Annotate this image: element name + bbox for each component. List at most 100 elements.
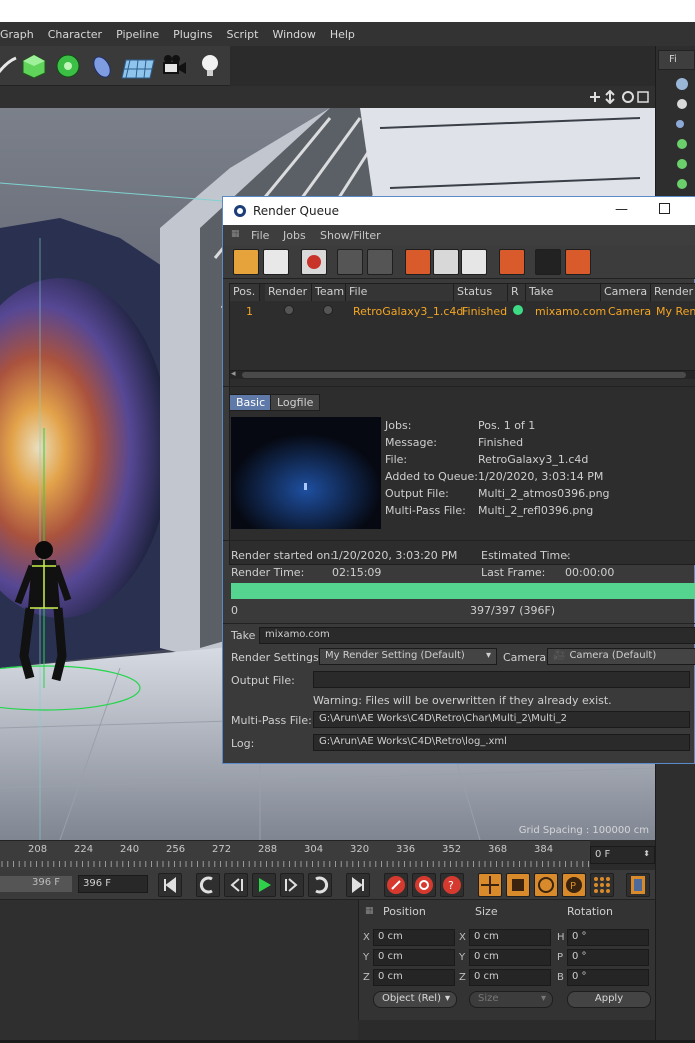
deformer-icon[interactable] <box>88 52 116 80</box>
tab-basic[interactable]: Basic <box>229 394 273 411</box>
go-to-start-button[interactable] <box>158 873 182 897</box>
position-x-field[interactable]: 0 cm <box>373 929 455 946</box>
axis-y-label: Y <box>363 952 370 963</box>
minimize-icon[interactable]: — <box>615 202 628 217</box>
render-queue-icon[interactable] <box>301 249 327 275</box>
current-frame-field[interactable]: 0 F ⬍ <box>590 846 655 864</box>
team-checkbox[interactable] <box>323 305 333 315</box>
tab-logfile[interactable]: Logfile <box>270 394 321 411</box>
render-queue-titlebar[interactable]: Render Queue — <box>223 197 695 225</box>
record-key-button[interactable] <box>384 873 408 897</box>
scheme-menu-button[interactable] <box>626 873 650 897</box>
record-scale-button[interactable] <box>506 873 530 897</box>
log-field[interactable]: G:\Arun\AE Works\C4D\Retro\log_.xml <box>313 734 690 751</box>
render-checkbox[interactable] <box>284 305 294 315</box>
cube-icon[interactable] <box>20 52 48 80</box>
start-render-icon[interactable] <box>337 249 363 275</box>
timeline-ruler[interactable]: 208 224 240 256 272 288 304 320 336 352 … <box>0 840 590 870</box>
end-frame-field[interactable]: 396 F <box>78 875 148 893</box>
output-file-field[interactable] <box>313 671 690 688</box>
col-render[interactable]: Render <box>265 284 312 301</box>
menu-file[interactable]: File <box>251 229 269 242</box>
horizontal-scrollbar[interactable]: ◂ <box>230 369 695 379</box>
preview-range-slider[interactable]: 396 F <box>0 876 72 892</box>
camera-dropdown[interactable]: 🎥 Camera (Default) <box>547 648 695 665</box>
record-parameter-button[interactable]: P <box>562 873 586 897</box>
picture-viewer-icon[interactable] <box>499 249 525 275</box>
menu-bar: Graph Character Pipeline Plugins Script … <box>0 22 695 46</box>
record-rotation-button[interactable] <box>534 873 558 897</box>
open-icon[interactable] <box>233 249 259 275</box>
grip-icon[interactable]: ▦ <box>365 906 374 916</box>
status-dot-icon <box>513 305 523 315</box>
delete-icon[interactable] <box>405 249 431 275</box>
autokey-button[interactable] <box>412 873 436 897</box>
menu-plugins[interactable]: Plugins <box>173 28 212 41</box>
size-mode-dropdown[interactable]: Size ▾ <box>469 991 553 1008</box>
rotation-b-field[interactable]: 0 ° <box>567 969 649 986</box>
col-camera[interactable]: Camera <box>601 284 651 301</box>
menu-graph[interactable]: Graph <box>0 28 34 41</box>
scroll-thumb[interactable] <box>242 372 686 378</box>
floor-icon[interactable] <box>120 52 156 80</box>
menu-jobs[interactable]: Jobs <box>283 229 306 242</box>
rotation-h-field[interactable]: 0 ° <box>567 929 649 946</box>
col-take[interactable]: Take <box>526 284 601 301</box>
stop-render-icon[interactable] <box>367 249 393 275</box>
spinner-icon[interactable]: ⬍ <box>643 849 650 858</box>
record-position-button[interactable] <box>478 873 502 897</box>
light-icon[interactable] <box>196 52 224 80</box>
col-team[interactable]: Team <box>312 284 346 301</box>
record-pla-button[interactable] <box>590 873 614 897</box>
go-to-end-button[interactable] <box>346 873 370 897</box>
size-z-field[interactable]: 0 cm <box>469 969 551 986</box>
col-render-setting[interactable]: Render S <box>651 284 695 301</box>
grip-icon[interactable]: ▦ <box>231 229 240 239</box>
menu-show-filter[interactable]: Show/Filter <box>320 229 381 242</box>
svg-text:P: P <box>570 881 576 892</box>
previous-key-button[interactable] <box>196 873 220 897</box>
scroll-left-icon[interactable]: ◂ <box>231 369 236 379</box>
separator <box>223 540 695 541</box>
maximize-icon[interactable] <box>659 203 670 214</box>
subdivision-icon[interactable] <box>54 52 82 80</box>
viewport-nav-icon[interactable] <box>588 90 650 104</box>
rotation-p-field[interactable]: 0 ° <box>567 949 649 966</box>
keyframe-selection-button[interactable]: ? <box>440 873 464 897</box>
add-file-icon[interactable] <box>263 249 289 275</box>
ruler-ticks <box>1 861 589 867</box>
coordinate-mode-dropdown[interactable]: Object (Rel) ▾ <box>373 991 457 1008</box>
next-frame-button[interactable] <box>280 873 304 897</box>
spline-pen-icon[interactable] <box>0 52 20 80</box>
col-pos[interactable]: Pos. <box>230 284 260 301</box>
menu-window[interactable]: Window <box>272 28 315 41</box>
col-file[interactable]: File <box>346 284 454 301</box>
position-y-field[interactable]: 0 cm <box>373 949 455 966</box>
panel-label-fi: Fi <box>669 54 677 65</box>
col-status[interactable]: Status <box>454 284 508 301</box>
render-settings-dropdown[interactable]: My Render Setting (Default) ▾ <box>319 648 497 665</box>
size-y-field[interactable]: 0 cm <box>469 949 551 966</box>
row-camera: Camera <box>608 305 652 318</box>
position-z-field[interactable]: 0 cm <box>373 969 455 986</box>
rotation-p-value: 0 ° <box>572 951 587 962</box>
estimated-time-label: Estimated Time: <box>481 549 571 562</box>
document-icon[interactable] <box>461 249 487 275</box>
take-field[interactable]: mixamo.com <box>259 627 695 644</box>
clapper-icon[interactable] <box>535 249 561 275</box>
camera-icon[interactable] <box>160 52 188 80</box>
size-x-field[interactable]: 0 cm <box>469 929 551 946</box>
previous-frame-button[interactable] <box>224 873 248 897</box>
col-r[interactable]: R <box>508 284 526 301</box>
apply-button[interactable]: Apply <box>567 991 651 1008</box>
menu-pipeline[interactable]: Pipeline <box>116 28 159 41</box>
multipass-file-field[interactable]: G:\Arun\AE Works\C4D\Retro\Char\Multi_2\… <box>313 711 690 728</box>
render-queue-toolbar <box>223 245 695 279</box>
play-button[interactable] <box>252 873 276 897</box>
menu-help[interactable]: Help <box>330 28 355 41</box>
menu-script[interactable]: Script <box>227 28 259 41</box>
menu-character[interactable]: Character <box>48 28 102 41</box>
settings-icon[interactable] <box>433 249 459 275</box>
camera-render-icon[interactable] <box>565 249 591 275</box>
next-key-button[interactable] <box>308 873 332 897</box>
